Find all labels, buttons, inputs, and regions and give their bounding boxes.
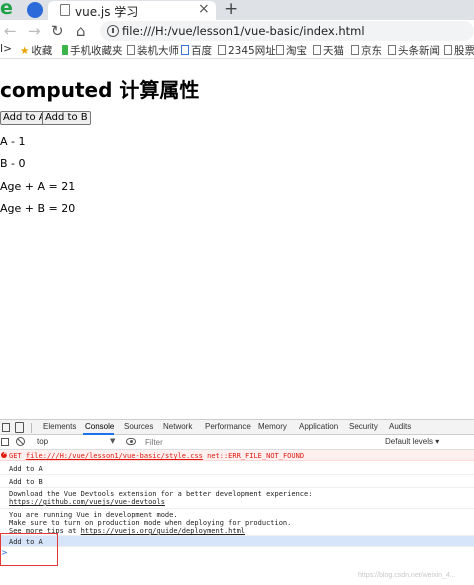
error-icon <box>1 449 8 458</box>
computed-age-b: Age + B = 20 <box>0 202 76 215</box>
tab-performance[interactable]: Performance <box>205 422 251 431</box>
phone-icon <box>62 45 68 55</box>
highlight-box <box>0 533 58 566</box>
page-icon <box>276 45 284 55</box>
bookmark-2345[interactable]: 2345网址 <box>218 43 276 58</box>
console-log-row: You are running Vue in development mode.… <box>0 509 474 536</box>
page-icon <box>218 45 226 55</box>
bookmark-taobao[interactable]: 淘宝 <box>276 43 307 58</box>
page-icon <box>444 45 452 55</box>
bookmark-zhuangji[interactable]: 装机大师 <box>127 43 179 58</box>
url-text: file:///H:/vue/lesson1/vue-basic/index.h… <box>122 24 365 38</box>
document-icon <box>60 4 70 16</box>
bookmark-toutiao[interactable]: 头条新闻 <box>388 43 440 58</box>
console-log-row: Add to A <box>0 536 474 547</box>
log-message: You are running Vue in development mode. <box>9 511 178 519</box>
devtools-link[interactable]: https://github.com/vuejs/vue-devtools <box>9 498 165 506</box>
tab-elements[interactable]: Elements <box>43 422 76 431</box>
chevron-down-icon[interactable]: ▼ <box>110 437 115 445</box>
log-message: Add to A <box>9 465 43 473</box>
bookmark-favorites[interactable]: ★ 收藏 <box>20 43 52 58</box>
browser-logo-icon: e <box>0 0 13 19</box>
tab-network[interactable]: Network <box>163 422 192 431</box>
bookmarks-toggle[interactable]: I> <box>0 43 12 55</box>
tab-sources[interactable]: Sources <box>124 422 153 431</box>
tab-application[interactable]: Application <box>299 422 338 431</box>
page-icon <box>313 45 321 55</box>
bookmark-tmall[interactable]: 天猫 <box>313 43 344 58</box>
request-method: GET <box>9 452 22 460</box>
bookmark-stocks[interactable]: 股票 <box>444 43 474 58</box>
console-log-row: Download the Vue Devtools extension for … <box>0 488 474 509</box>
console-log-row: Add to A <box>0 462 474 475</box>
log-message: Make sure to turn on production mode whe… <box>9 519 292 527</box>
console-output: GET file:///H:/vue/lesson1/vue-basic/sty… <box>0 449 474 585</box>
tab-audits[interactable]: Audits <box>389 422 411 431</box>
page-icon <box>388 45 396 55</box>
add-to-b-button[interactable]: Add to B <box>42 111 91 125</box>
tab-console[interactable]: Console <box>85 422 114 431</box>
home-icon[interactable]: ⌂ <box>76 21 86 41</box>
address-bar[interactable]: file:///H:/vue/lesson1/vue-basic/index.h… <box>100 21 474 41</box>
value-b: B - 0 <box>0 157 26 170</box>
bookmark-baidu[interactable]: 百度 <box>181 43 212 58</box>
clear-console-icon[interactable] <box>16 437 25 446</box>
compass-icon[interactable] <box>27 2 43 18</box>
log-message: Download the Vue Devtools extension for … <box>9 490 313 498</box>
info-icon[interactable] <box>107 25 119 37</box>
console-filter-input[interactable] <box>145 436 380 448</box>
deployment-link[interactable]: https://vuejs.org/guide/deployment.html <box>81 527 245 535</box>
error-url-link[interactable]: file:///H:/vue/lesson1/vue-basic/style.c… <box>26 452 203 460</box>
computed-age-a: Age + A = 21 <box>0 180 76 193</box>
devtools-tabbar: Elements Console Sources Network Perform… <box>0 419 474 435</box>
back-icon[interactable]: ← <box>4 21 17 41</box>
error-message: net::ERR_FILE_NOT_FOUND <box>207 452 305 460</box>
inspect-icon[interactable] <box>2 423 10 432</box>
page-icon <box>351 45 359 55</box>
console-toolbar: top ▼ Default levels ▾ <box>0 435 474 450</box>
page-title: computed 计算属性 <box>0 78 200 102</box>
forward-icon[interactable]: → <box>28 21 41 41</box>
bookmarks-bar: I> ★ 收藏 手机收藏夹 装机大师 百度 2345网址 淘宝 天猫 京东 头条新… <box>0 42 474 59</box>
close-icon[interactable]: × <box>198 1 210 17</box>
tab-memory[interactable]: Memory <box>258 422 287 431</box>
browser-tab[interactable]: vue.js 学习 × <box>48 1 216 20</box>
tab-security[interactable]: Security <box>349 422 378 431</box>
console-log-row: Add to B <box>0 475 474 488</box>
new-tab-icon[interactable]: + <box>224 0 238 19</box>
log-levels-dropdown[interactable]: Default levels ▾ <box>385 437 439 446</box>
browser-toolbar: ← → ↻ ⌂ file:///H:/vue/lesson1/vue-basic… <box>0 20 474 42</box>
tab-title: vue.js 学习 <box>75 5 139 19</box>
eye-icon[interactable] <box>126 438 136 445</box>
tab-strip: e vue.js 学习 × + <box>0 0 474 20</box>
watermark: https://blog.csdn.net/weixin_4... <box>358 572 456 579</box>
star-icon: ★ <box>20 45 30 57</box>
log-message: Add to B <box>9 478 43 486</box>
divider <box>31 423 32 433</box>
context-selector[interactable]: top <box>37 437 48 446</box>
page-icon <box>127 45 135 55</box>
value-a: A - 1 <box>0 135 26 148</box>
baidu-icon <box>181 45 189 55</box>
bookmark-jd[interactable]: 京东 <box>351 43 382 58</box>
sidebar-toggle-icon[interactable] <box>1 438 9 446</box>
reload-icon[interactable]: ↻ <box>51 21 64 41</box>
bookmark-mobile[interactable]: 手机收藏夹 <box>62 43 123 58</box>
device-toolbar-icon[interactable] <box>15 422 24 433</box>
console-error-row: GET file:///H:/vue/lesson1/vue-basic/sty… <box>0 449 474 461</box>
